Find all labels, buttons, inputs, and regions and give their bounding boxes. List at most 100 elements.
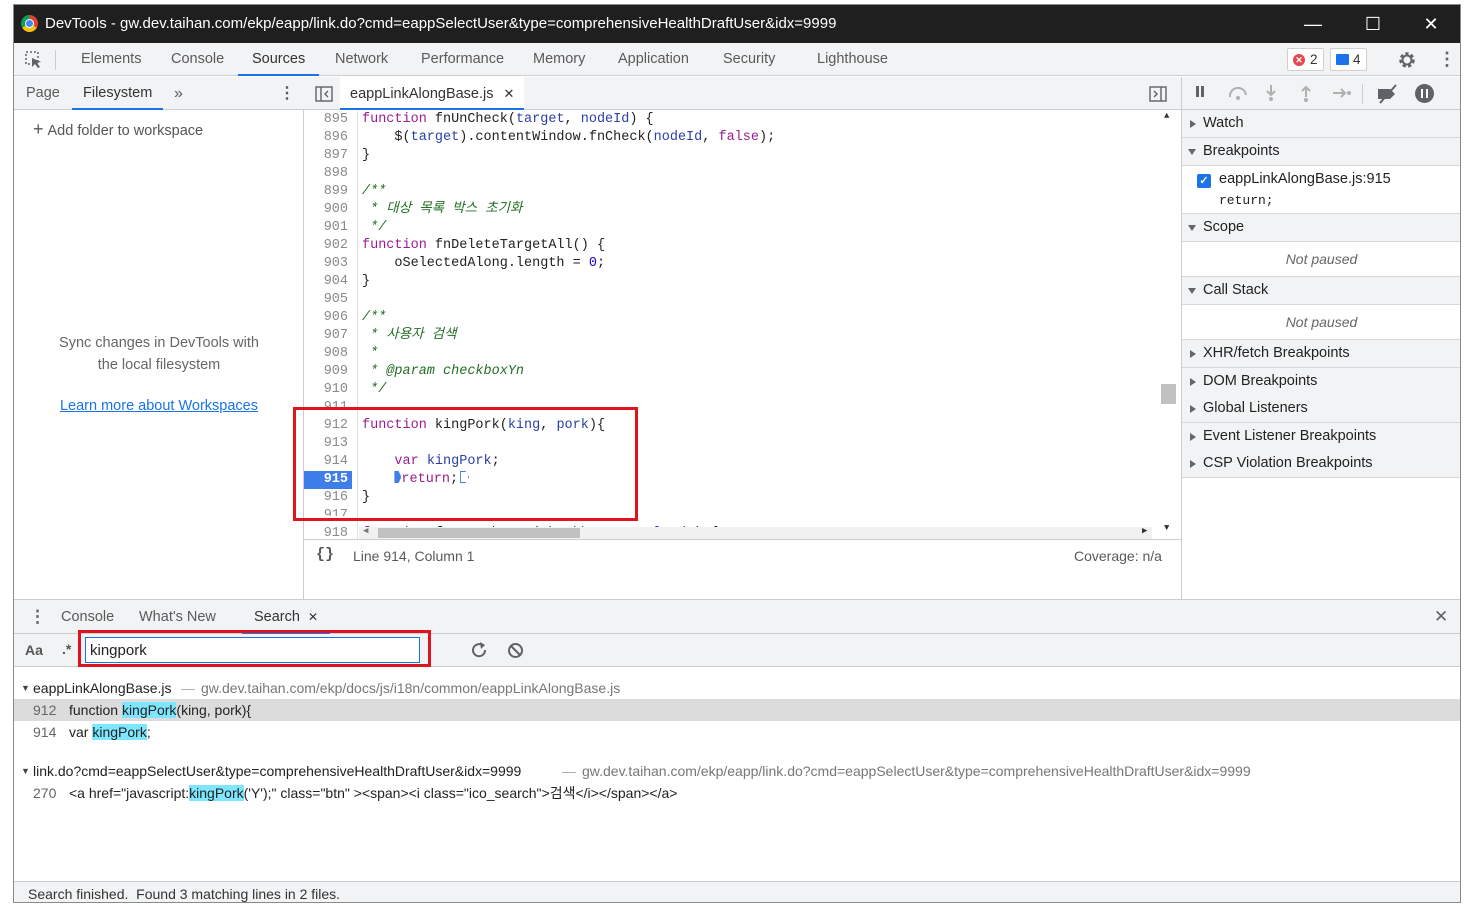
breakpoint-item[interactable]: ✓ eappLinkAlongBase.js:915 return; <box>1182 166 1460 214</box>
vertical-scrollbar[interactable]: ▲ ▼ <box>1161 111 1176 539</box>
scroll-up-icon[interactable]: ▲ <box>1164 111 1169 121</box>
match-case-toggle[interactable]: Aa <box>25 642 43 658</box>
error-count-badge[interactable]: ✕ 2 <box>1287 48 1324 71</box>
search-result-match[interactable]: 270 <a href="javascript:kingPork('Y');" … <box>14 782 1460 804</box>
tab-security[interactable]: Security <box>721 43 777 76</box>
breakpoint-code: return; <box>1219 193 1274 208</box>
tab-console[interactable]: Console <box>169 43 226 76</box>
error-icon: ✕ <box>1293 54 1305 66</box>
vertical-scroll-thumb[interactable] <box>1161 384 1176 404</box>
refresh-icon[interactable] <box>471 642 488 659</box>
horizontal-scroll-thumb[interactable] <box>378 528 580 538</box>
drawer-tab-whats-new[interactable]: What's New <box>139 600 216 634</box>
match-highlight: kingPork <box>92 724 147 740</box>
drawer-menu-icon[interactable]: ⋮ <box>29 607 46 627</box>
search-status: Search finished. Found 3 matching lines … <box>14 881 1460 902</box>
debugger-sidebar: Watch Breakpoints ✓ eappLinkAlongBase.js… <box>1181 77 1460 599</box>
expand-triangle-icon[interactable]: ▼ <box>21 677 30 699</box>
breakpoints-section[interactable]: Breakpoints <box>1182 138 1460 166</box>
dom-breakpoints-section[interactable]: DOM Breakpoints <box>1182 368 1460 396</box>
call-stack-not-paused: Not paused <box>1182 305 1460 340</box>
clear-icon[interactable] <box>507 642 524 659</box>
tab-performance[interactable]: Performance <box>419 43 506 76</box>
editor-tab-bar: eappLinkAlongBase.js ✕ <box>304 77 1181 110</box>
step-into-icon[interactable] <box>1264 84 1278 102</box>
pause-icon[interactable] <box>1196 86 1199 97</box>
pretty-print-icon[interactable]: {} <box>316 546 334 563</box>
tab-memory[interactable]: Memory <box>531 43 587 76</box>
code-line: 907 * 사용자 검색 <box>323 328 457 343</box>
close-drawer-icon[interactable]: ✕ <box>1434 607 1448 627</box>
breakpoint-checkbox[interactable]: ✓ <box>1197 174 1211 188</box>
breakpoint-location: eappLinkAlongBase.js:915 <box>1219 171 1391 187</box>
main-tab-bar: Elements Console Sources Network Perform… <box>14 43 1460 76</box>
tab-filesystem[interactable]: Filesystem <box>72 77 164 110</box>
more-tabs-chevron-icon[interactable]: » <box>174 77 183 110</box>
code-line: 902 function fnDeleteTargetAll() { <box>323 238 606 253</box>
code-line: 904} <box>323 274 371 289</box>
step-out-icon[interactable] <box>1299 84 1313 102</box>
code-line: 905 <box>323 292 348 307</box>
watch-section[interactable]: Watch <box>1182 110 1460 138</box>
add-folder-button[interactable]: + Add folder to workspace <box>33 119 203 140</box>
expand-triangle-icon[interactable]: ▼ <box>21 760 30 782</box>
tab-sources[interactable]: Sources <box>238 43 320 76</box>
navigator-tabs: Page Filesystem » ⋮ <box>14 77 304 110</box>
navigator-menu-icon[interactable]: ⋮ <box>279 77 295 110</box>
more-menu-icon[interactable]: ⋮ <box>1438 49 1456 69</box>
code-line: 909 * @param checkboxYn <box>323 364 525 379</box>
close-window-button[interactable]: ✕ <box>1402 5 1460 43</box>
step-over-icon[interactable] <box>1227 85 1249 101</box>
tab-application[interactable]: Application <box>616 43 691 76</box>
coverage-status: Coverage: n/a <box>1074 548 1162 564</box>
pause-on-exceptions-icon[interactable] <box>1415 84 1434 103</box>
search-result-file[interactable]: ▼ link.do?cmd=eappSelectUser&type=compre… <box>14 760 1460 782</box>
toggle-debugger-icon[interactable] <box>1149 86 1167 102</box>
screen: DevTools - gw.dev.taihan.com/ekp/eapp/li… <box>0 0 1471 911</box>
match-highlight: kingPork <box>121 702 177 718</box>
close-search-tab-icon[interactable]: ✕ <box>308 610 318 624</box>
minimize-button[interactable]: — <box>1284 5 1342 43</box>
csp-violation-breakpoints-section[interactable]: CSP Violation Breakpoints <box>1182 450 1460 478</box>
tab-lighthouse[interactable]: Lighthouse <box>815 43 890 76</box>
window-title: DevTools - gw.dev.taihan.com/ekp/eapp/li… <box>45 15 837 32</box>
inspect-element-icon[interactable] <box>25 51 43 69</box>
message-icon <box>1336 54 1349 65</box>
navigator-pane: Page Filesystem » ⋮ + Add folder to works… <box>14 77 304 599</box>
tab-page[interactable]: Page <box>26 77 60 110</box>
code-line: 899/** <box>323 184 387 199</box>
title-bar: DevTools - gw.dev.taihan.com/ekp/eapp/li… <box>14 5 1460 43</box>
toggle-navigator-icon[interactable] <box>315 86 333 102</box>
regex-toggle[interactable]: .* <box>62 641 71 657</box>
deactivate-breakpoints-icon[interactable] <box>1376 84 1400 104</box>
step-icon[interactable] <box>1332 86 1352 100</box>
event-listener-breakpoints-section[interactable]: Event Listener Breakpoints <box>1182 423 1460 451</box>
editor-status-bar: {} Line 914, Column 1 Coverage: n/a <box>304 539 1181 572</box>
maximize-button[interactable]: ☐ <box>1344 5 1402 43</box>
global-listeners-section[interactable]: Global Listeners <box>1182 395 1460 423</box>
search-result-match[interactable]: 914 var kingPork; <box>14 721 1460 743</box>
learn-more-workspaces-link[interactable]: Learn more about Workspaces <box>14 398 304 414</box>
drawer-tab-search[interactable]: Search ✕ <box>242 600 331 634</box>
call-stack-section[interactable]: Call Stack <box>1182 277 1460 305</box>
xhr-breakpoints-section[interactable]: XHR/fetch Breakpoints <box>1182 340 1460 368</box>
scroll-down-icon[interactable]: ▼ <box>1164 523 1169 533</box>
close-tab-icon[interactable]: ✕ <box>504 86 515 101</box>
code-line: 900 * 대상 목록 박스 초기화 <box>323 202 523 217</box>
scroll-left-icon[interactable]: ◀ <box>363 526 368 536</box>
scroll-right-icon[interactable]: ▶ <box>1142 526 1147 536</box>
editor-file-tab[interactable]: eappLinkAlongBase.js ✕ <box>340 77 525 110</box>
annotation-box-search <box>78 630 431 667</box>
settings-gear-icon[interactable] <box>1397 50 1417 70</box>
drawer-tab-console[interactable]: Console <box>61 600 114 634</box>
search-result-file[interactable]: ▼ eappLinkAlongBase.js — gw.dev.taihan.c… <box>14 677 1460 699</box>
tab-elements[interactable]: Elements <box>79 43 143 76</box>
scope-section[interactable]: Scope <box>1182 214 1460 242</box>
search-result-match[interactable]: 912 function kingPork(king, pork){ <box>14 699 1460 721</box>
devtools-window: DevTools - gw.dev.taihan.com/ekp/eapp/li… <box>13 4 1461 903</box>
horizontal-scrollbar[interactable]: ◀ ▶ <box>359 526 1152 539</box>
tab-network[interactable]: Network <box>333 43 390 76</box>
code-line: 897} <box>323 148 371 163</box>
message-count-badge[interactable]: 4 <box>1330 48 1367 71</box>
drawer-tab-bar: ⋮ Console What's New Search ✕ ✕ <box>14 600 1460 634</box>
